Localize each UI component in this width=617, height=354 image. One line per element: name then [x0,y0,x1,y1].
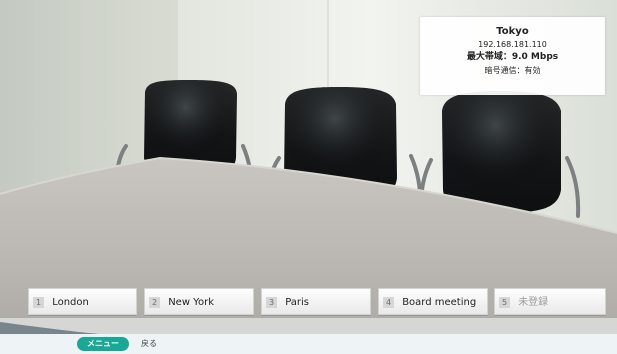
site-name: Tokyo [496,26,529,37]
ip-address: 192.168.181.110 [478,40,547,49]
site-number-5: 5 [499,297,510,308]
site-label-paris: Paris [285,297,309,308]
bandwidth-status: 最大帯域：9.0 Mbps [466,52,559,62]
site-label-new-york: New York [168,297,214,308]
site-button-4[interactable]: 4 Board meeting [378,288,488,315]
site-label-london: London [52,297,89,308]
site-number-1: 1 [33,297,44,308]
lower-shadow [0,318,617,334]
back-hint[interactable]: 戻る [141,337,157,351]
site-button-3[interactable]: 3 Paris [261,288,371,315]
site-number-4: 4 [383,297,394,308]
site-label-board-meeting: Board meeting [402,297,477,308]
video-conference-screen: Tokyo 192.168.181.110 最大帯域：9.0 Mbps 暗号通信… [0,0,617,354]
encryption-status: 暗号通信：有効 [484,66,541,75]
site-shortcut-bar: 1 London 2 New York 3 Paris 4 Board meet… [28,288,606,317]
site-number-2: 2 [149,297,160,308]
site-number-3: 3 [266,297,277,308]
site-button-5[interactable]: 5 未登録 [494,288,606,315]
bottom-menu-bar: メニュー 戻る [0,334,617,354]
site-label-unregistered: 未登録 [518,297,549,308]
site-button-1[interactable]: 1 London [28,288,137,315]
menu-button[interactable]: メニュー [77,337,129,351]
site-button-2[interactable]: 2 New York [144,288,254,315]
site-info-panel: Tokyo 192.168.181.110 最大帯域：9.0 Mbps 暗号通信… [420,17,605,95]
